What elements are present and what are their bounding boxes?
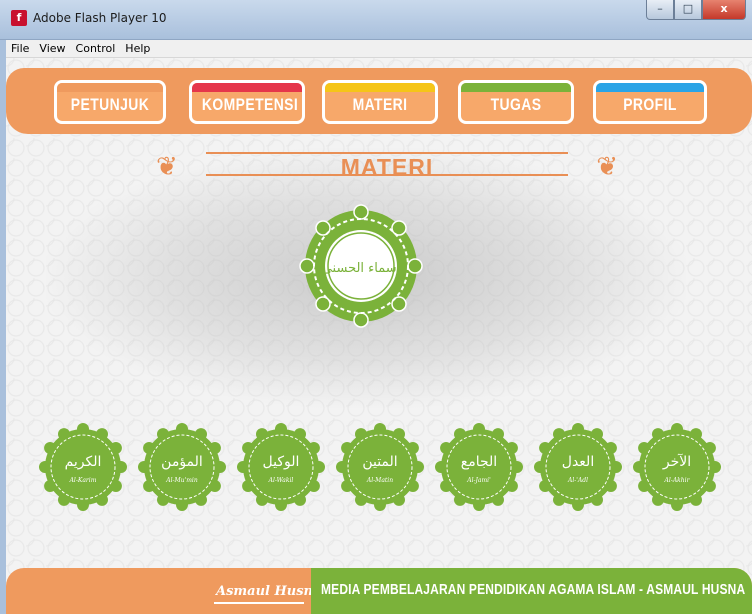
close-button[interactable]: x bbox=[702, 0, 746, 20]
nav-accent-strip bbox=[596, 83, 704, 92]
nav-label: PETUNJUK bbox=[70, 95, 150, 114]
nav-accent-strip bbox=[192, 83, 302, 92]
footer-logo: Asmaul Husna bbox=[216, 584, 322, 599]
asmaul-husna-medallion: اسماء الحسنى bbox=[299, 204, 423, 328]
medallion-arabic-name: الكريم bbox=[65, 454, 102, 470]
menu-view[interactable]: View bbox=[34, 42, 70, 55]
menu-bar: File View Control Help bbox=[6, 40, 752, 58]
medallion-arabic-name: الوكيل bbox=[263, 454, 300, 470]
medallion-latin-name: Al-Wakil bbox=[268, 477, 294, 484]
medallion-arabic-name: العدل bbox=[562, 454, 594, 470]
medallion-arabic-name: المتين bbox=[362, 454, 397, 470]
asmaul-husna-medallion[interactable]: المتين Al-Matin bbox=[335, 422, 425, 512]
asmaul-husna-medallion[interactable]: العدل Al-'Adl bbox=[533, 422, 623, 512]
maximize-button[interactable]: □ bbox=[674, 0, 702, 20]
medallion-latin-name: Al-Akhir bbox=[664, 477, 691, 484]
footer-bar: Asmaul Husna MEDIA PEMBELAJARAN PENDIDIK… bbox=[6, 568, 752, 614]
menu-file[interactable]: File bbox=[6, 42, 34, 55]
page-title: MATERI bbox=[340, 154, 434, 180]
asmaul-husna-medallion[interactable]: الوكيل Al-Wakil bbox=[236, 422, 326, 512]
menu-control[interactable]: Control bbox=[71, 42, 121, 55]
nav-tugas-button[interactable]: TUGAS bbox=[458, 80, 574, 124]
nav-accent-strip bbox=[461, 83, 571, 92]
nav-label: TUGAS bbox=[490, 95, 542, 114]
medallion-latin-name: Al-'Adl bbox=[567, 477, 588, 484]
medallion-latin-name: Al-Matin bbox=[366, 477, 393, 484]
medallion-latin-name: Al-Jami' bbox=[466, 477, 491, 484]
nav-label: MATERI bbox=[352, 95, 408, 114]
nav-accent-strip bbox=[325, 83, 435, 92]
top-nav-bar: PETUNJUK KOMPETENSI MATERI TUGAS PROFIL bbox=[6, 68, 752, 134]
nav-label: PROFIL bbox=[623, 95, 677, 114]
medallion-arabic-name: المؤمن bbox=[161, 454, 203, 470]
asmaul-husna-medallion[interactable]: الآخر Al-Akhir bbox=[632, 422, 722, 512]
section-heading: ❦ ❦ MATERI bbox=[156, 146, 618, 186]
footer-title: MEDIA PEMBELAJARAN PENDIDIKAN AGAMA ISLA… bbox=[321, 581, 746, 598]
window-title: Adobe Flash Player 10 bbox=[33, 11, 167, 25]
nav-kompetensi-button[interactable]: KOMPETENSI bbox=[189, 80, 305, 124]
nav-profil-button[interactable]: PROFIL bbox=[593, 80, 707, 124]
nav-label: KOMPETENSI bbox=[201, 95, 299, 114]
flash-player-icon: f bbox=[11, 10, 27, 26]
asmaul-husna-medallion[interactable]: المؤمن Al-Mu'min bbox=[137, 422, 227, 512]
flash-stage: PETUNJUK KOMPETENSI MATERI TUGAS PROFIL … bbox=[6, 58, 752, 614]
medallion-arabic-name: الجامع bbox=[461, 454, 497, 470]
medallion-calligraphy: اسماء الحسنى bbox=[322, 261, 401, 276]
window-titlebar: f Adobe Flash Player 10 – □ x bbox=[0, 0, 752, 40]
minimize-button[interactable]: – bbox=[646, 0, 674, 20]
medallion-arabic-name: الآخر bbox=[662, 454, 691, 470]
nav-materi-button[interactable]: MATERI bbox=[322, 80, 438, 124]
nav-accent-strip bbox=[57, 83, 163, 92]
asmaul-husna-medallion[interactable]: الجامع Al-Jami' bbox=[434, 422, 524, 512]
medallion-latin-name: Al-Karim bbox=[69, 477, 97, 484]
asmaul-husna-medallion[interactable]: الكريم Al-Karim bbox=[38, 422, 128, 512]
window-controls: – □ x bbox=[646, 0, 746, 20]
nav-petunjuk-button[interactable]: PETUNJUK bbox=[54, 80, 166, 124]
medallion-latin-name: Al-Mu'min bbox=[165, 477, 198, 484]
menu-help[interactable]: Help bbox=[120, 42, 155, 55]
footer-logo-underline bbox=[214, 602, 304, 604]
